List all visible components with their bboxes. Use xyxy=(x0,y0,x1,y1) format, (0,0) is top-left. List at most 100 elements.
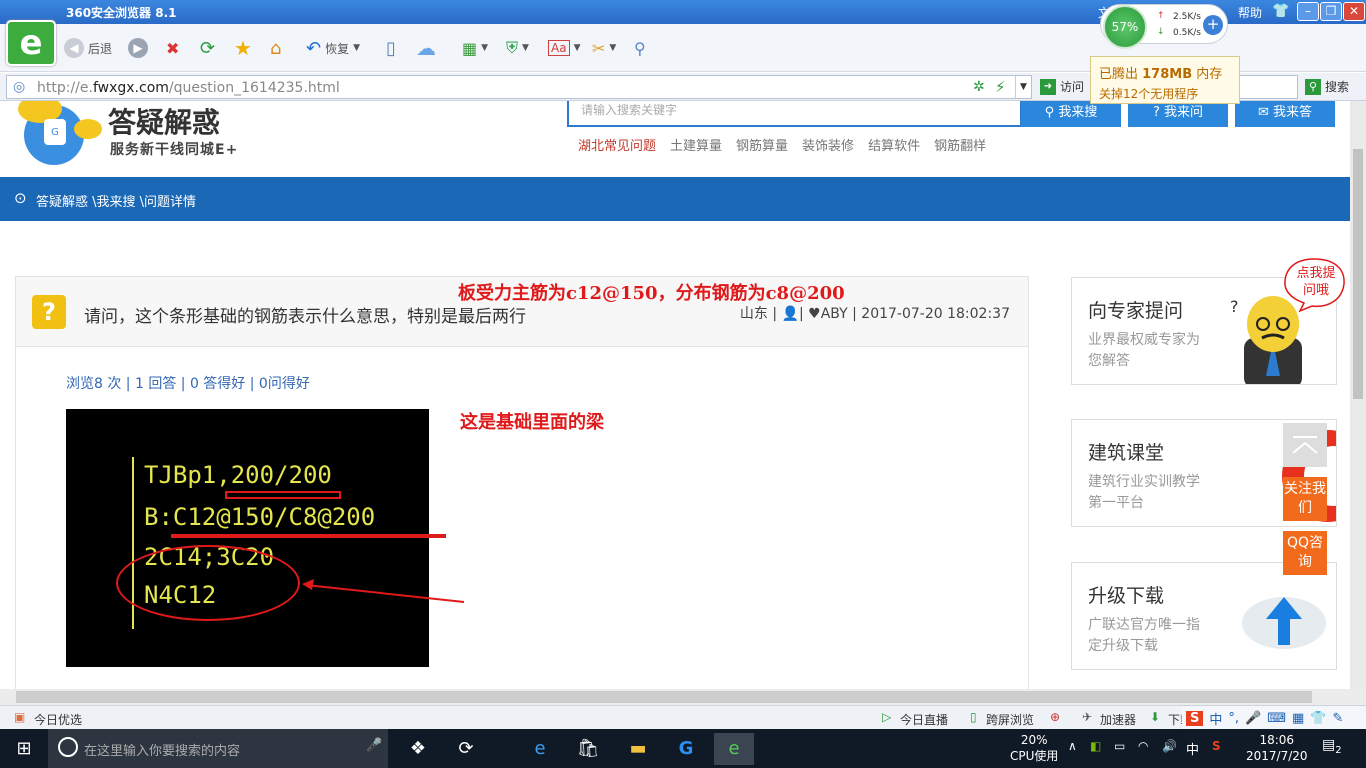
ask-bubble[interactable]: 点我提问哦 xyxy=(1282,256,1346,312)
task-view-icon[interactable]: ❖ xyxy=(398,733,438,765)
category-link[interactable]: 装饰装修 xyxy=(802,135,854,154)
star-icon: ★ xyxy=(234,36,252,60)
accelerator-link[interactable]: 加速器 xyxy=(1100,711,1136,728)
cpu-meter[interactable]: 20% CPU使用 xyxy=(1010,732,1058,764)
annotation-text: 这是基础里面的梁 xyxy=(460,412,604,433)
store-icon[interactable]: 🛍 xyxy=(568,733,608,765)
ask-button[interactable]: ? 我来问 xyxy=(1128,101,1228,127)
chevron-down-icon: ▼ xyxy=(353,43,361,53)
clock[interactable]: 18:06 2017/7/20 xyxy=(1246,732,1308,764)
cloud-button[interactable]: ☁ xyxy=(416,36,436,60)
scroll-thumb[interactable] xyxy=(1353,149,1363,399)
cortana-icon xyxy=(58,737,78,757)
shirt-icon: 👕 xyxy=(1310,710,1327,726)
play-icon: ▷ xyxy=(882,710,892,724)
horizontal-scrollbar[interactable] xyxy=(0,689,1366,705)
category-link[interactable]: 钢筋翻样 xyxy=(934,135,986,154)
restore-button[interactable]: ↶ 恢复 ▼ xyxy=(306,36,360,60)
upload-speed: 2.5K/s xyxy=(1173,12,1201,22)
cross-screen-link[interactable]: 跨屏浏览 xyxy=(986,711,1034,728)
download-arrow-icon: ↓ xyxy=(1157,27,1165,37)
zoom-button[interactable]: ⚲ xyxy=(634,36,646,60)
category-link[interactable]: 结算软件 xyxy=(868,135,920,154)
skin-icon[interactable]: 👕 xyxy=(1272,3,1289,19)
back-button[interactable]: ◀ 后退 xyxy=(64,36,112,60)
glodon-icon[interactable]: G xyxy=(666,733,706,765)
plus-icon[interactable]: + xyxy=(1203,15,1223,35)
category-link[interactable]: 钢筋算量 xyxy=(736,135,788,154)
sidebar-card-download[interactable]: 升级下载 广联达官方唯一指定升级下载 xyxy=(1071,562,1337,670)
answer-button[interactable]: ✉ 我来答 xyxy=(1235,101,1335,127)
360-browser-taskbar-icon[interactable]: e xyxy=(714,733,754,765)
memory-percent: 57% xyxy=(1103,5,1147,49)
search-engine-input[interactable] xyxy=(1238,75,1298,99)
undo-icon: ↶ xyxy=(306,37,322,59)
security-button[interactable]: ⛨ ▼ xyxy=(506,36,529,60)
close-button[interactable]: ✕ xyxy=(1343,2,1365,21)
download-cloud-icon xyxy=(1242,597,1326,649)
ime-mode: 中 xyxy=(1209,712,1223,728)
keyboard-icon: ⌨ xyxy=(1267,710,1286,726)
go-icon: ➜ xyxy=(1040,78,1056,95)
follow-us-button[interactable]: 关注我们 xyxy=(1283,477,1327,521)
app-icon[interactable]: ⟳ xyxy=(446,733,486,765)
medkit-icon[interactable]: ⊕ xyxy=(1050,710,1060,724)
download-speed: 0.5K/s xyxy=(1173,28,1201,38)
translate-icon: Aa xyxy=(548,40,570,56)
stop-button[interactable]: ✖ xyxy=(166,36,179,60)
browser-search-button[interactable]: ⚲ 搜索 xyxy=(1305,78,1349,95)
search-button[interactable]: ⚲ 我来搜 xyxy=(1021,101,1121,127)
site-mascot-logo[interactable]: G xyxy=(10,101,110,177)
refresh-button[interactable]: ⟳ xyxy=(200,36,215,60)
mobile-button[interactable]: ▯ xyxy=(386,36,396,60)
url-input[interactable]: ◎ http://e.fwxgx.com/question_1614235.ht… xyxy=(6,75,1032,99)
menu-item-help[interactable]: 帮助 xyxy=(1238,4,1262,21)
edge-icon[interactable]: e xyxy=(520,733,560,765)
screenshot-button[interactable]: ✂ ▼ xyxy=(592,36,616,60)
volume-icon[interactable]: 🔊 xyxy=(1162,739,1177,753)
battery-icon[interactable]: ▭ xyxy=(1114,739,1125,753)
wifi-icon[interactable]: ◠ xyxy=(1138,739,1148,753)
translate-button[interactable]: Aa ▼ xyxy=(548,36,580,60)
back-to-top-button[interactable] xyxy=(1283,423,1327,467)
browser-logo-icon[interactable]: e xyxy=(6,20,56,66)
loading-icon: ✲ xyxy=(973,79,985,95)
tray-chevron-up-icon[interactable]: ∧ xyxy=(1068,739,1077,753)
live-link[interactable]: 今日直播 xyxy=(900,711,948,728)
network-monitor[interactable]: 57% ↑ 2.5K/s ↓ 0.5K/s + xyxy=(1100,4,1228,49)
refresh-icon: ⟳ xyxy=(200,37,216,59)
visit-button[interactable]: ➜ 访问 xyxy=(1040,78,1084,95)
category-link[interactable]: 土建算量 xyxy=(670,135,722,154)
favorites-button[interactable]: ★ xyxy=(234,36,252,60)
home-button[interactable]: ⌂ xyxy=(270,36,281,60)
ime-indicator[interactable]: 中 xyxy=(1186,739,1199,758)
url-dropdown-icon[interactable]: ▼ xyxy=(1015,76,1031,98)
apps-button[interactable]: ▦ ▼ xyxy=(462,36,488,60)
qq-consult-button[interactable]: QQ咨询 xyxy=(1283,531,1327,575)
forward-button[interactable]: ▶ xyxy=(128,36,148,60)
magnifier-icon: ⚲ xyxy=(634,38,646,58)
sogou-tray-icon[interactable]: S xyxy=(1212,739,1221,753)
ime-toolbar[interactable]: S 中 °, 🎤 ⌨ ▦ 👕 ✎ xyxy=(1182,706,1366,730)
scroll-thumb[interactable] xyxy=(16,691,1312,703)
windows-start-icon[interactable]: ⊞ xyxy=(4,733,44,765)
today-picks-link[interactable]: 今日优选 xyxy=(34,711,82,728)
category-link[interactable]: 湖北常见问题 xyxy=(578,135,656,154)
site-brand[interactable]: 答疑解惑 xyxy=(108,101,220,141)
maximize-button[interactable]: ❐ xyxy=(1320,2,1342,21)
vertical-scrollbar[interactable] xyxy=(1350,101,1366,689)
home-icon: ⌂ xyxy=(270,37,282,59)
file-explorer-icon[interactable]: ▬ xyxy=(618,733,658,765)
apps-icon: ▦ xyxy=(462,38,478,58)
location-pin-icon: ⊙ xyxy=(14,189,27,207)
close-programs-hint: 关掉12个无用程序 xyxy=(1099,87,1199,101)
download-icon: ⬇ xyxy=(1150,710,1161,724)
minimize-button[interactable]: – xyxy=(1297,2,1319,21)
site-search-input[interactable]: 请输入搜索关键字 xyxy=(567,101,1022,127)
taskbar-search-input[interactable]: 在这里输入你要搜索的内容 🎤 xyxy=(48,729,388,768)
breadcrumb[interactable]: 答疑解惑 \我来搜 \问题详情 xyxy=(36,191,196,210)
lightning-icon[interactable]: ⚡ xyxy=(995,78,1006,96)
memory-tooltip[interactable]: 已腾出 178MB 内存 关掉12个无用程序 xyxy=(1090,56,1240,104)
nvidia-icon[interactable]: ◧ xyxy=(1090,739,1101,753)
notification-center-icon[interactable]: ▤2 xyxy=(1322,737,1342,756)
